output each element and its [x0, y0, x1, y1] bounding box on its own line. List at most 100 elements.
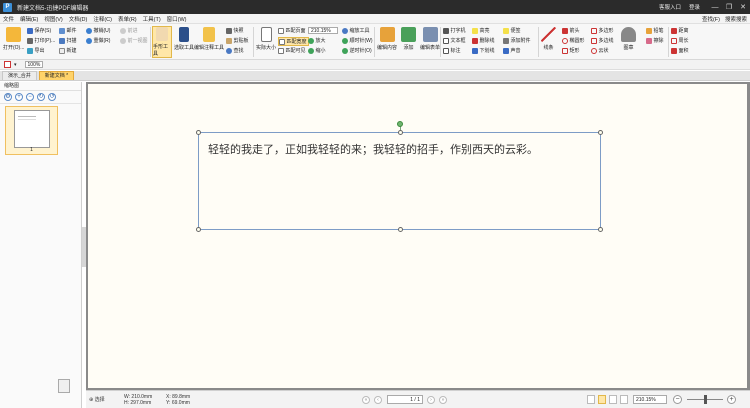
- resize-handle-top-left[interactable]: [196, 130, 201, 135]
- strikeout-button[interactable]: 删除线: [472, 37, 495, 44]
- page-thumbnail[interactable]: 1: [5, 106, 58, 155]
- menu-document[interactable]: 文档(D): [66, 15, 91, 23]
- email-button[interactable]: 邮件: [59, 27, 77, 34]
- callout-button[interactable]: 标注: [443, 47, 461, 54]
- print-button[interactable]: 打印(P)...: [27, 37, 55, 44]
- fit-width-button[interactable]: 匹配宽度: [278, 37, 309, 46]
- edit-annotation-tool-button[interactable]: 编辑注释工具: [194, 27, 224, 51]
- previous-page-button[interactable]: ‹: [374, 396, 382, 404]
- underline-button[interactable]: 下划线: [472, 47, 495, 54]
- edit-content-button[interactable]: 编辑内容: [377, 27, 397, 51]
- redo-button[interactable]: 重做(R): [86, 37, 110, 44]
- fit-visible-button[interactable]: 匹配可见: [278, 47, 306, 54]
- menu-edit[interactable]: 编辑(E): [17, 15, 41, 23]
- single-page-view-button[interactable]: [587, 395, 595, 404]
- selected-text-box[interactable]: 轻轻的我走了，正如我轻轻的来；我轻轻的招手，作别西天的云彩。: [196, 121, 603, 232]
- save-button[interactable]: 保存(S): [27, 27, 51, 34]
- measure-area-button[interactable]: 面积: [671, 47, 689, 54]
- zoom-slider-knob[interactable]: [704, 395, 707, 404]
- rotate-icon[interactable]: ↻: [37, 93, 45, 101]
- ellipse-tool-button[interactable]: 椭圆形: [562, 37, 585, 44]
- opacity-select[interactable]: 100%: [24, 61, 44, 68]
- sound-button[interactable]: 声音: [503, 47, 521, 54]
- restore-button[interactable]: ❐: [722, 0, 736, 14]
- zoom-out-button[interactable]: 缩小: [308, 47, 326, 54]
- measure-distance-button[interactable]: 距离: [671, 27, 689, 34]
- forward-button[interactable]: 前进: [120, 27, 138, 34]
- options-icon[interactable]: ⚙: [4, 93, 12, 101]
- zoom-tool-button[interactable]: 缩放工具: [342, 27, 370, 34]
- typewriter-button[interactable]: 打字机: [443, 27, 466, 34]
- arrow-tool-button[interactable]: 箭头: [562, 27, 580, 34]
- scan-button[interactable]: 扫描: [59, 37, 77, 44]
- resize-handle-bottom-right[interactable]: [598, 227, 603, 232]
- rotate-clockwise-button[interactable]: 顺时针(W): [342, 37, 373, 44]
- document-viewport[interactable]: 轻轻的我走了，正如我轻轻的来；我轻轻的招手，作别西天的云彩。: [86, 82, 750, 390]
- menu-view[interactable]: 视图(V): [41, 15, 65, 23]
- first-page-button[interactable]: «: [362, 396, 370, 404]
- page-number-input[interactable]: 1 / 1: [387, 395, 423, 404]
- resize-handle-top[interactable]: [398, 130, 403, 135]
- customer-service-link[interactable]: 客服入口: [659, 3, 681, 11]
- select-tool-button[interactable]: 选取工具: [174, 27, 194, 51]
- find-menu-button[interactable]: 查找(F): [702, 15, 720, 23]
- export-button[interactable]: 导出: [27, 47, 45, 54]
- color-swatch[interactable]: [4, 61, 11, 68]
- highlight-button[interactable]: 高亮: [472, 27, 490, 34]
- next-page-button[interactable]: ›: [427, 396, 435, 404]
- hand-tool-button[interactable]: 手形工具: [152, 26, 172, 58]
- previous-view-button[interactable]: 前一视图: [120, 37, 148, 44]
- measure-perimeter-button[interactable]: 周长: [671, 37, 689, 44]
- zoom-out-button-status[interactable]: −: [673, 395, 682, 404]
- facing-view-button[interactable]: [609, 395, 617, 404]
- continuous-facing-view-button[interactable]: [620, 395, 628, 404]
- menu-tools[interactable]: 工具(T): [140, 15, 164, 23]
- tab-demo-merge[interactable]: 演示_合并: [2, 71, 37, 80]
- tab-new-document[interactable]: 新建文档 *: [38, 71, 75, 80]
- zoom-out-icon[interactable]: −: [26, 93, 34, 101]
- attach-file-button[interactable]: 添加附件: [503, 37, 531, 44]
- add-button[interactable]: 添加: [401, 27, 416, 51]
- new-button[interactable]: 新建: [59, 47, 77, 54]
- menu-comment[interactable]: 注释(C): [90, 15, 115, 23]
- undo-button[interactable]: 撤销(U): [86, 27, 110, 34]
- rotate-counterclockwise-button[interactable]: 逆时针(O): [342, 47, 372, 54]
- select-mode-button[interactable]: ⊕ 选择: [89, 396, 105, 403]
- polygon-tool-button[interactable]: 多边形: [591, 27, 614, 34]
- menu-file[interactable]: 文件: [0, 15, 17, 23]
- login-link[interactable]: 登录: [689, 3, 700, 11]
- edit-form-button[interactable]: 编辑表单: [420, 27, 440, 51]
- rectangle-tool-button[interactable]: 矩形: [562, 47, 580, 54]
- menu-form[interactable]: 表单(R): [115, 15, 140, 23]
- open-button[interactable]: 打开(O)...: [3, 27, 24, 51]
- resize-handle-bottom[interactable]: [398, 227, 403, 232]
- line-tool-button[interactable]: 线条: [541, 27, 556, 51]
- resize-handle-bottom-left[interactable]: [196, 227, 201, 232]
- snapshot-button[interactable]: 快照: [226, 27, 244, 34]
- last-page-button[interactable]: »: [439, 396, 447, 404]
- zoom-select[interactable]: 210.15%: [308, 27, 338, 34]
- menu-window[interactable]: 窗口(W): [164, 15, 190, 23]
- polyline-tool-button[interactable]: 多边线: [591, 37, 614, 44]
- cloud-tool-button[interactable]: 云状: [591, 47, 609, 54]
- actual-size-button[interactable]: 实际大小: [256, 27, 276, 51]
- pdf-page[interactable]: 轻轻的我走了，正如我轻轻的来；我轻轻的招手，作别西天的云彩。: [88, 84, 747, 388]
- rotation-handle[interactable]: [397, 121, 403, 127]
- text-box-content[interactable]: 轻轻的我走了，正如我轻轻的来；我轻轻的招手，作别西天的云彩。: [208, 141, 538, 157]
- pages-icon[interactable]: [58, 379, 70, 393]
- rotate-ccw-icon[interactable]: ↺: [48, 93, 56, 101]
- resize-handle-top-right[interactable]: [598, 130, 603, 135]
- zoom-in-button-status[interactable]: +: [727, 395, 736, 404]
- textbox-button[interactable]: 文本框: [443, 37, 466, 44]
- zoom-in-button[interactable]: 放大: [308, 37, 326, 44]
- status-zoom-select[interactable]: 210.15%: [633, 395, 667, 404]
- minimize-button[interactable]: —: [708, 0, 722, 14]
- search-menu-button[interactable]: 搜索搜索: [725, 15, 747, 23]
- chevron-down-icon[interactable]: ▾: [14, 62, 17, 68]
- close-button[interactable]: ✕: [736, 0, 750, 14]
- pencil-tool-button[interactable]: 铅笔: [646, 27, 664, 34]
- zoom-in-icon[interactable]: +: [15, 93, 23, 101]
- fit-page-button[interactable]: 匹配页面: [278, 27, 306, 34]
- note-button[interactable]: 便签: [503, 27, 521, 34]
- find-button[interactable]: 查找: [226, 47, 244, 54]
